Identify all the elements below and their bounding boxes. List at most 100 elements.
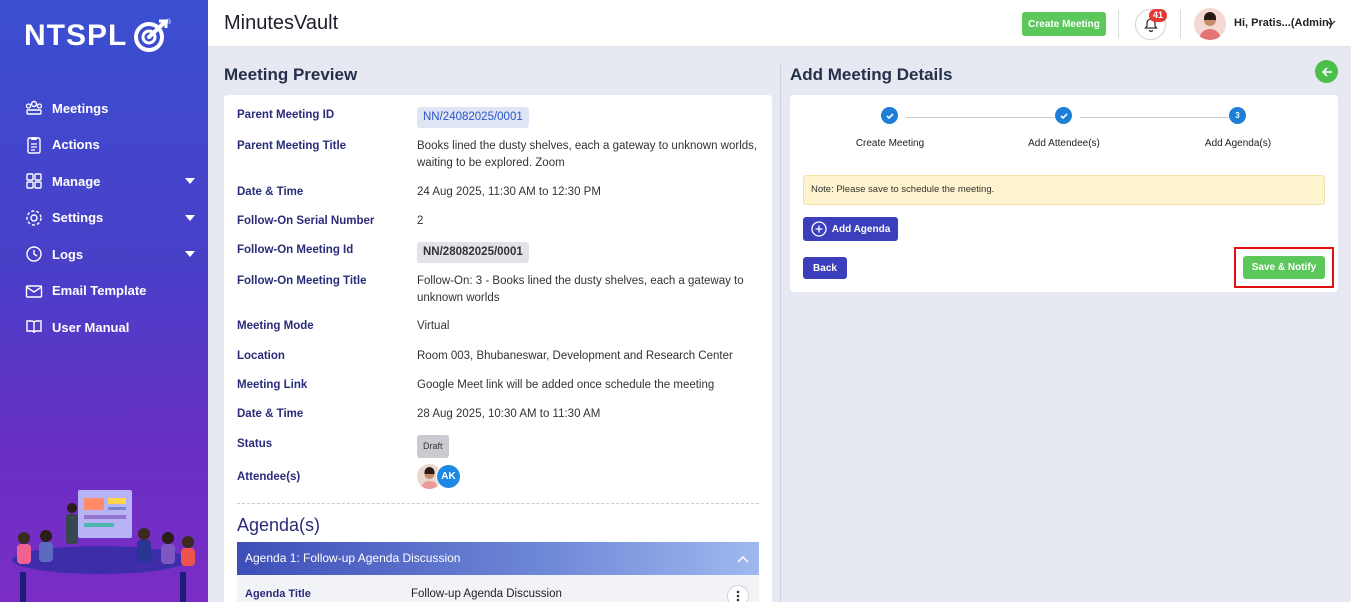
step-label: Create Meeting: [855, 138, 925, 149]
add-meeting-details-title: Add Meeting Details: [790, 65, 953, 84]
field-label: Follow-On Serial Number: [237, 215, 375, 227]
go-back-button[interactable]: [1315, 60, 1338, 83]
meeting-preview-card: Parent Meeting ID NN/24082025/0001 Paren…: [224, 95, 772, 602]
agenda-accordion-body: Agenda Title Follow-up Agenda Discussion: [237, 575, 759, 602]
stepper-line: [906, 117, 1055, 118]
notification-badge: 41: [1149, 9, 1167, 22]
field-value: 28 Aug 2025, 10:30 AM to 11:30 AM: [417, 408, 601, 420]
sidebar-item-meetings[interactable]: Meetings: [0, 90, 208, 127]
meeting-illustration: [12, 490, 195, 602]
sidebar-item-label: User Manual: [52, 319, 130, 335]
step-add-attendees[interactable]: [1055, 107, 1072, 124]
brand-logo[interactable]: NTSPL ®: [24, 16, 171, 56]
sidebar-item-label: Email Template: [52, 283, 147, 299]
field-label: Follow-On Meeting Id: [237, 244, 354, 256]
check-icon: [1059, 112, 1068, 119]
field-label: Date & Time: [237, 408, 304, 420]
check-icon: [885, 112, 894, 119]
logo-text: NTSPL: [24, 19, 128, 52]
sidebar-item-user-manual[interactable]: User Manual: [0, 309, 208, 346]
sidebar-item-label: Settings: [52, 210, 104, 226]
app-title: MinutesVault: [224, 12, 339, 34]
caret-down-icon: [185, 178, 195, 185]
field-label: Status: [237, 438, 273, 450]
step-create-meeting[interactable]: [881, 107, 898, 124]
more-vertical-icon: [736, 590, 740, 602]
field-value: Draft: [417, 435, 762, 458]
agenda-title-value: Follow-up Agenda Discussion: [411, 588, 562, 600]
step-label: Add Agenda(s): [1204, 138, 1272, 149]
parent-meeting-id-chip: NN/24082025/0001: [417, 107, 529, 128]
field-label: Attendee(s): [237, 471, 301, 483]
meetings-icon: [24, 98, 44, 118]
manage-icon: [24, 171, 44, 191]
book-icon: [24, 317, 44, 337]
registered-mark: ®: [166, 18, 171, 26]
sidebar-item-label: Actions: [52, 137, 100, 153]
field-value: Google Meet link will be added once sche…: [417, 379, 715, 391]
add-agenda-button[interactable]: Add Agenda: [803, 217, 898, 241]
field-value: 24 Aug 2025, 11:30 AM to 12:30 PM: [417, 186, 601, 198]
field-value: NN/28082025/0001: [417, 242, 762, 263]
stepper-line: [1080, 117, 1229, 118]
user-greeting[interactable]: Hi, Pratis...(Admin): [1234, 17, 1332, 29]
sidebar-item-logs[interactable]: Logs: [0, 236, 208, 273]
user-avatar[interactable]: [1194, 8, 1226, 40]
field-label: Location: [237, 350, 285, 362]
section-divider: [237, 503, 759, 504]
agenda-title-label: Agenda Title: [245, 588, 311, 600]
field-label: Follow-On Meeting Title: [237, 275, 367, 287]
header-divider: [1118, 10, 1119, 38]
field-label: Meeting Mode: [237, 320, 314, 332]
sidebar-item-manage[interactable]: Manage: [0, 163, 208, 200]
field-label: Parent Meeting Title: [237, 140, 347, 152]
sidebar-nav: Meetings Actions Manage Settings Logs Em…: [0, 90, 208, 346]
sidebar-item-label: Meetings: [52, 100, 109, 116]
agenda-menu-button[interactable]: [727, 585, 749, 602]
field-label: Date & Time: [237, 186, 304, 198]
field-value: Follow-On: 3 - Books lined the dusty she…: [417, 275, 744, 304]
field-value: Virtual: [417, 320, 450, 332]
field-value: Books lined the dusty shelves, each a ga…: [417, 140, 758, 169]
actions-icon: [24, 135, 44, 155]
meeting-preview-title: Meeting Preview: [224, 65, 358, 84]
save-note-banner: Note: Please save to schedule the meetin…: [803, 175, 1325, 205]
agenda-accordion-title: Agenda 1: Follow-up Agenda Discussion: [245, 551, 461, 565]
caret-down-icon: [185, 214, 195, 221]
logo-mark-icon: ®: [134, 18, 171, 52]
field-label: Meeting Link: [237, 379, 308, 391]
field-value: 2: [417, 215, 424, 227]
sidebar: NTSPL ® Meetings Actions Manage Settings…: [0, 0, 208, 602]
agenda-accordion-header[interactable]: Agenda 1: Follow-up Agenda Discussion: [237, 542, 759, 575]
status-badge: Draft: [417, 435, 449, 458]
email-icon: [24, 281, 44, 301]
back-button[interactable]: Back: [803, 257, 847, 279]
follow-on-id-chip: NN/28082025/0001: [417, 242, 529, 263]
caret-down-icon: [185, 251, 195, 258]
top-header: MinutesVault Create Meeting 41 Hi, Prati…: [208, 0, 1351, 47]
chevron-down-icon[interactable]: [1325, 17, 1337, 29]
header-divider: [1180, 10, 1181, 38]
create-meeting-button[interactable]: Create Meeting: [1022, 12, 1106, 36]
step-label: Add Attendee(s): [1028, 138, 1100, 149]
sidebar-item-actions[interactable]: Actions: [0, 127, 208, 164]
sidebar-item-settings[interactable]: Settings: [0, 200, 208, 237]
save-and-notify-button[interactable]: Save & Notify: [1243, 256, 1325, 279]
arrow-left-icon: [1321, 66, 1332, 77]
sidebar-item-email-template[interactable]: Email Template: [0, 273, 208, 310]
sidebar-item-label: Logs: [52, 246, 84, 262]
field-value: NN/24082025/0001: [417, 107, 762, 128]
field-label: Parent Meeting ID: [237, 109, 335, 121]
add-agenda-label: Add Agenda: [831, 223, 891, 235]
gear-icon: [24, 208, 44, 228]
sidebar-item-label: Manage: [52, 173, 101, 189]
meeting-details-card: 3 Create Meeting Add Attendee(s) Add Age…: [790, 95, 1338, 292]
chevron-up-icon[interactable]: [737, 554, 749, 564]
step-add-agendas[interactable]: 3: [1229, 107, 1246, 124]
panel-divider: [780, 63, 781, 602]
attendee-avatar-initials[interactable]: AK: [436, 464, 461, 489]
agendas-heading: Agenda(s): [237, 515, 321, 535]
history-icon: [24, 244, 44, 264]
field-value: Room 003, Bhubaneswar, Development and R…: [417, 350, 733, 362]
plus-circle-icon: [811, 221, 827, 237]
